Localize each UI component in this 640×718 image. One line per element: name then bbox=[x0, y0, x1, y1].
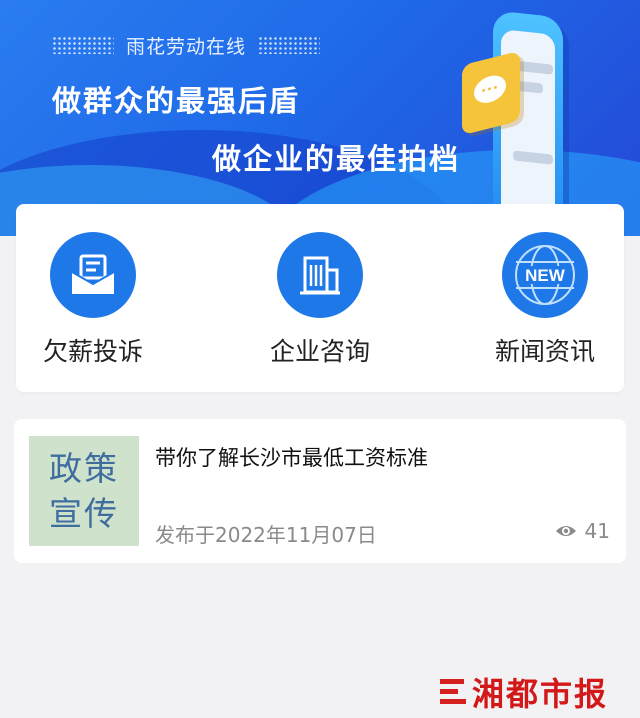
view-count: 41 bbox=[584, 519, 610, 543]
dot-pattern bbox=[258, 36, 321, 54]
dot-pattern bbox=[52, 36, 114, 54]
quick-action-wage-complaint[interactable]: 欠薪投诉 bbox=[18, 232, 168, 372]
watermark-mark bbox=[440, 677, 466, 707]
building-icon bbox=[277, 232, 363, 318]
top-banner: 雨花劳动在线 做群众的最强后盾 做企业的最佳拍档 ··· bbox=[0, 0, 640, 236]
news-title[interactable]: 带你了解长沙市最低工资标准 bbox=[155, 442, 428, 472]
quick-action-news[interactable]: NEW 新闻资讯 bbox=[470, 232, 620, 372]
banner-slogan-1: 做群众的最强后盾 bbox=[52, 84, 301, 118]
news-date: 发布于2022年11月07日 bbox=[155, 523, 377, 547]
quick-action-enterprise-consult[interactable]: 企业咨询 bbox=[245, 232, 395, 372]
chat-bubble-dots: ··· bbox=[474, 72, 506, 107]
quick-action-label: 企业咨询 bbox=[269, 337, 370, 366]
thumb-text: 宣传 bbox=[49, 494, 119, 533]
watermark-text: 湘都市报 bbox=[472, 675, 609, 713]
quick-action-label: 新闻资讯 bbox=[494, 337, 595, 366]
chat-bubble-icon: ··· bbox=[462, 50, 520, 136]
banner-brand: 雨花劳动在线 bbox=[126, 35, 247, 58]
quick-action-label: 欠薪投诉 bbox=[42, 337, 143, 366]
news-item[interactable]: 政策 宣传 带你了解长沙市最低工资标准 发布于2022年11月07日 41 bbox=[14, 419, 626, 563]
eye-icon bbox=[555, 526, 576, 536]
envelope-icon bbox=[50, 232, 136, 318]
news-thumbnail: 政策 宣传 bbox=[29, 436, 139, 546]
quick-actions-card: 欠薪投诉 企业咨询 NEW 新闻资讯 bbox=[16, 204, 624, 392]
news-views: 41 bbox=[555, 519, 610, 543]
globe-new-icon: NEW bbox=[502, 232, 588, 318]
thumb-text: 政策 bbox=[49, 449, 119, 488]
banner-brand-line: 雨花劳动在线 bbox=[52, 32, 321, 58]
new-badge-text: NEW bbox=[525, 266, 566, 285]
banner-slogan-2: 做企业的最佳拍档 bbox=[212, 142, 461, 176]
watermark-logo: 湘都市报 bbox=[440, 672, 609, 713]
